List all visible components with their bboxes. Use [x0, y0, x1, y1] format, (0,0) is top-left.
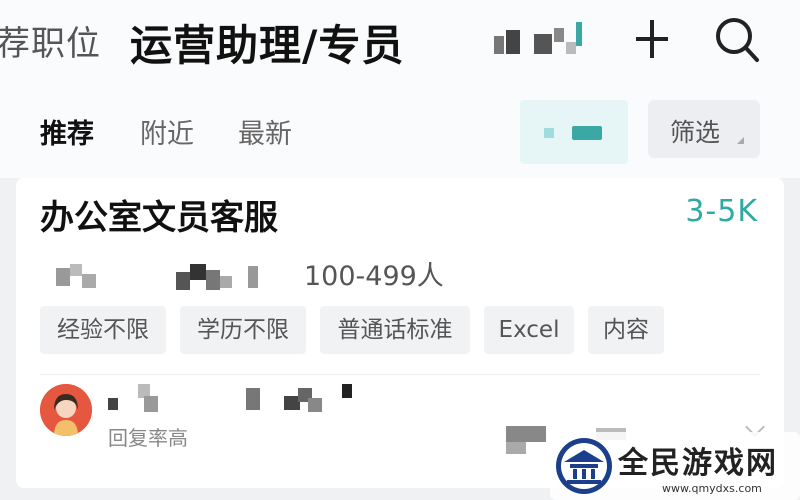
- site-watermark: 全民游戏网 www.qmydxs.com: [550, 432, 800, 500]
- tag-mandarin: 普通话标准: [320, 306, 470, 354]
- redacted-recruiter-name: [108, 384, 368, 416]
- redacted-location-pill[interactable]: [520, 100, 628, 164]
- temple-logo-icon: [554, 436, 614, 496]
- tab-nearby[interactable]: 附近: [140, 112, 194, 151]
- company-size: 100-499人: [304, 261, 444, 292]
- redacted-header-mosaic: [494, 22, 594, 58]
- tag-content: 内容: [588, 306, 664, 354]
- watermark-title: 全民游戏网: [618, 446, 778, 481]
- blurred-dot: [544, 128, 554, 138]
- filter-button[interactable]: 筛选: [648, 100, 760, 158]
- tag-excel: Excel: [484, 306, 574, 354]
- search-icon[interactable]: [712, 14, 762, 66]
- watermark-url: www.qmydxs.com: [662, 482, 762, 495]
- caret-icon: [737, 137, 744, 144]
- filter-label: 筛选: [670, 118, 721, 147]
- blurred-bar: [572, 126, 602, 140]
- reply-rate-label: 回复率高: [108, 426, 188, 450]
- tag-experience: 经验不限: [40, 306, 166, 354]
- recruiter-avatar[interactable]: [40, 384, 92, 436]
- redacted-company-name: [56, 264, 286, 290]
- plus-icon[interactable]: [630, 14, 674, 64]
- divider: [40, 374, 760, 375]
- previous-page-label[interactable]: 荐职位: [0, 16, 101, 65]
- tab-bar: 推荐 附近 最新 筛选: [0, 82, 800, 178]
- top-bar: 荐职位 运营助理/专员: [0, 0, 800, 82]
- tag-education: 学历不限: [180, 306, 306, 354]
- tab-recommended[interactable]: 推荐: [40, 112, 94, 151]
- tab-latest[interactable]: 最新: [238, 112, 292, 151]
- page-title: 运营助理/专员: [130, 21, 405, 70]
- salary-range: 3-5K: [685, 194, 758, 229]
- job-title: 办公室文员客服: [40, 198, 278, 238]
